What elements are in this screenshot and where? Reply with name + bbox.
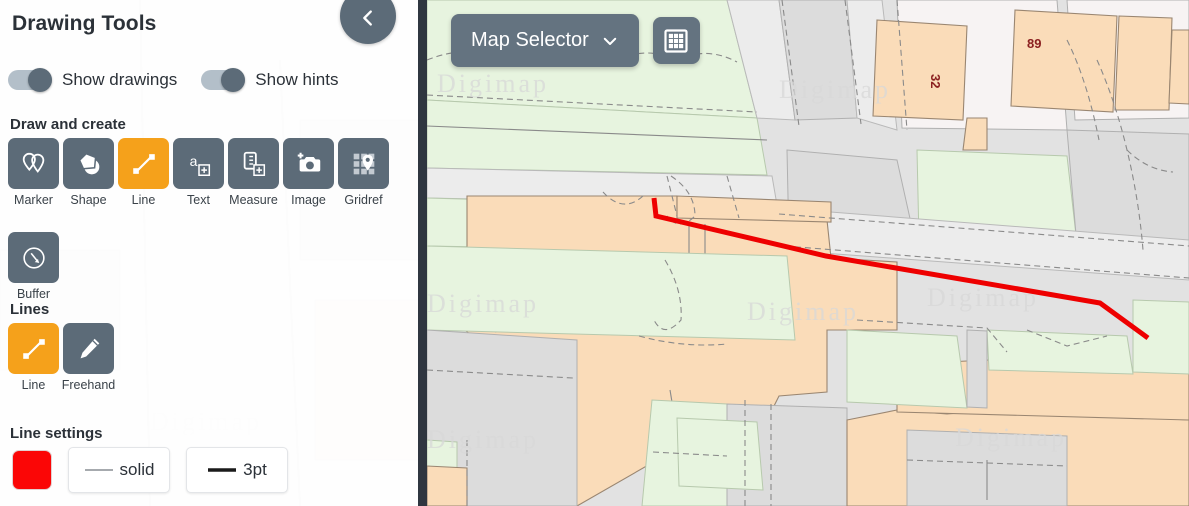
pencil-icon [63,323,114,374]
toggle-show-drawings[interactable]: Show drawings [8,68,178,92]
svg-text:a: a [189,152,197,168]
grid-reference-button[interactable] [652,17,700,64]
tool-line[interactable]: Line [116,138,171,207]
line-style-dropdown[interactable]: solid [68,447,170,493]
marker-pins-icon [8,138,59,189]
tool-label: Gridref [344,193,383,207]
thick-line-preview-icon [208,468,237,472]
switch-knob [221,68,246,92]
panel-watermark: Digimap [150,407,262,436]
tool-label: Buffer [16,287,51,301]
text-add-icon: a [173,138,224,189]
tool-marker[interactable]: Marker [6,138,61,207]
tool-label: Measure [229,193,278,207]
line-tool-freehand[interactable]: Freehand [61,323,116,392]
draw-and-create-tool-grid: Marker Shape Line a Text Measure Image G… [6,138,416,301]
house-number-label: 32 [928,74,943,88]
line-icon [118,138,169,189]
shape-icon [63,138,114,189]
app-root: Digimap Drawing Tools Show drawings [0,0,1189,506]
tool-shape[interactable]: Shape [61,138,116,207]
house-number-label: 89 [1027,36,1041,51]
map-canvas[interactable]: .bld { fill:#fadcb9; stroke:#9a8671; str… [427,0,1189,506]
gridref-pin-icon [338,138,389,189]
collapse-panel-button[interactable] [340,0,396,44]
tool-label: Image [291,193,326,207]
grid-icon [664,28,688,53]
toggle-show-hints[interactable]: Show hints [201,68,339,92]
show-hints-switch[interactable] [201,68,246,92]
map-watermark: Digimap [437,69,549,98]
section-heading-draw-and-create: Draw and create [10,116,126,133]
map-selector-label: Map Selector [471,29,589,51]
tool-measure[interactable]: Measure [226,138,281,207]
line-color-swatch[interactable] [12,450,52,490]
map-vector-layer: .bld { fill:#fadcb9; stroke:#9a8671; str… [427,0,1189,506]
buffer-radius-icon [8,232,59,283]
page-title: Drawing Tools [12,12,157,35]
map-watermark: Digimap [427,425,539,454]
drawing-tools-panel: Digimap Drawing Tools Show drawings [0,0,418,506]
line-width-value: 3pt [243,460,267,479]
show-drawings-label: Show drawings [62,70,178,89]
section-heading-lines: Lines [10,301,50,318]
tool-label: Freehand [61,378,116,392]
lines-tool-grid: Line Freehand [6,323,416,392]
tool-gridref[interactable]: Gridref [336,138,391,207]
map-controls: Map Selector [451,14,700,67]
tool-text[interactable]: a Text [171,138,226,207]
line-tool-line[interactable]: Line [6,323,61,392]
map-selector-button[interactable]: Map Selector [451,14,639,67]
show-hints-label: Show hints [255,70,339,89]
map-watermark: Digimap [779,75,891,104]
panel-map-divider[interactable] [418,0,427,506]
solid-line-preview-icon [84,469,113,471]
line-settings-row: solid 3pt [12,447,288,493]
map-watermark: Digimap [427,289,539,318]
section-heading-line-settings: Line settings [10,425,103,442]
line-width-dropdown[interactable]: 3pt [186,447,288,493]
chevron-down-icon [603,37,617,45]
tool-label: Line [21,378,46,392]
tool-label: Marker [14,193,53,207]
camera-add-icon [283,138,334,189]
tool-label: Text [187,193,210,207]
line-icon [8,323,59,374]
measure-add-icon [228,138,279,189]
map-watermark: Digimap [747,297,859,326]
switch-knob [28,68,52,92]
tool-label: Line [131,193,156,207]
tool-buffer[interactable]: Buffer [6,232,61,301]
toggle-row: Show drawings Show hints [8,68,362,92]
map-watermark: Digimap [955,423,1067,452]
chevron-left-icon [363,10,372,26]
show-drawings-switch[interactable] [8,68,52,92]
tool-label: Shape [70,193,107,207]
line-style-value: solid [119,460,155,479]
tool-image[interactable]: Image [281,138,336,207]
